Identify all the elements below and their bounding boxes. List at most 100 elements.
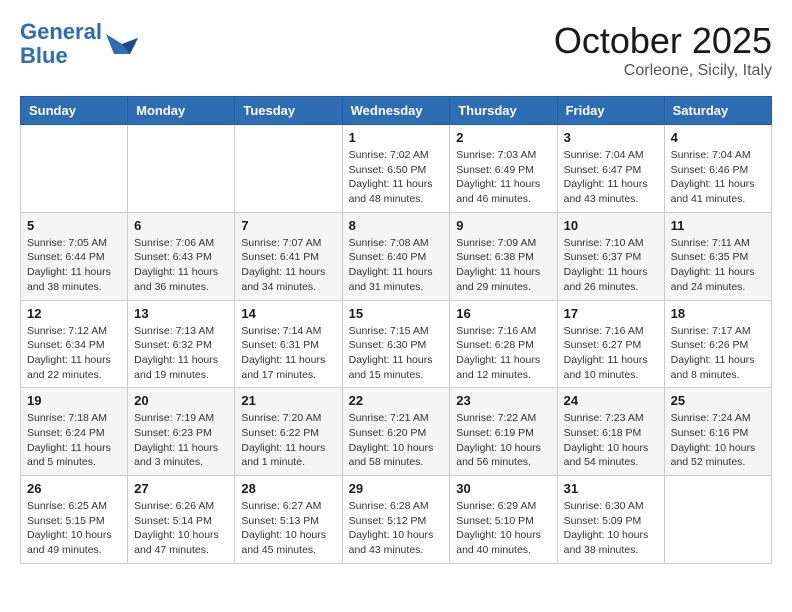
day-number: 3 [564, 130, 658, 145]
day-number: 13 [134, 306, 228, 321]
calendar-cell: 6 Sunrise: 7:06 AMSunset: 6:43 PMDaylight… [128, 212, 235, 300]
day-info: Sunrise: 7:05 AMSunset: 6:44 PMDaylight:… [27, 236, 121, 295]
calendar-week-1: 1 Sunrise: 7:02 AMSunset: 6:50 PMDaylight… [21, 125, 772, 213]
day-info: Sunrise: 7:23 AMSunset: 6:18 PMDaylight:… [564, 411, 658, 470]
calendar-cell: 2 Sunrise: 7:03 AMSunset: 6:49 PMDaylight… [450, 125, 557, 213]
day-number: 7 [241, 218, 335, 233]
day-number: 21 [241, 393, 335, 408]
calendar-cell: 13 Sunrise: 7:13 AMSunset: 6:32 PMDayligh… [128, 300, 235, 388]
weekday-header-monday: Monday [128, 97, 235, 125]
day-number: 11 [671, 218, 765, 233]
day-number: 24 [564, 393, 658, 408]
day-number: 18 [671, 306, 765, 321]
calendar-cell: 28 Sunrise: 6:27 AMSunset: 5:13 PMDayligh… [235, 476, 342, 564]
calendar-cell: 15Sunrise: 7:15 AMSunset: 6:30 PMDayligh… [342, 300, 450, 388]
logo-icon [106, 30, 138, 58]
day-info: Sunrise: 7:07 AMSunset: 6:41 PMDaylight:… [241, 236, 335, 295]
day-info: Sunrise: 7:24 AMSunset: 6:16 PMDaylight:… [671, 411, 765, 470]
day-info: Sunrise: 7:02 AMSunset: 6:50 PMDaylight:… [349, 148, 444, 207]
day-number: 22 [349, 393, 444, 408]
day-info: Sunrise: 7:13 AMSunset: 6:32 PMDaylight:… [134, 324, 228, 383]
calendar-cell: 27 Sunrise: 6:26 AMSunset: 5:14 PMDayligh… [128, 476, 235, 564]
day-number: 14 [241, 306, 335, 321]
page-header: General Blue October 2025 Corleone, Sici… [20, 20, 772, 80]
day-number: 2 [456, 130, 550, 145]
day-number: 8 [349, 218, 444, 233]
calendar-cell: 31Sunrise: 6:30 AMSunset: 5:09 PMDayligh… [557, 476, 664, 564]
calendar-cell: 16 Sunrise: 7:16 AMSunset: 6:28 PMDayligh… [450, 300, 557, 388]
month-title: October 2025 [554, 20, 772, 62]
weekday-header-saturday: Saturday [664, 97, 771, 125]
calendar-week-4: 19 Sunrise: 7:18 AMSunset: 6:24 PMDayligh… [21, 388, 772, 476]
calendar-cell: 20Sunrise: 7:19 AMSunset: 6:23 PMDayligh… [128, 388, 235, 476]
day-info: Sunrise: 7:21 AMSunset: 6:20 PMDaylight:… [349, 411, 444, 470]
day-number: 5 [27, 218, 121, 233]
day-number: 30 [456, 481, 550, 496]
weekday-header-tuesday: Tuesday [235, 97, 342, 125]
calendar-cell: 10Sunrise: 7:10 AMSunset: 6:37 PMDayligh… [557, 212, 664, 300]
logo-text: General Blue [20, 20, 102, 68]
day-number: 9 [456, 218, 550, 233]
calendar-cell: 18 Sunrise: 7:17 AMSunset: 6:26 PMDayligh… [664, 300, 771, 388]
logo: General Blue [20, 20, 138, 68]
calendar-cell: 14 Sunrise: 7:14 AMSunset: 6:31 PMDayligh… [235, 300, 342, 388]
day-info: Sunrise: 7:04 AMSunset: 6:46 PMDaylight:… [671, 148, 765, 207]
calendar-cell: 3 Sunrise: 7:04 AMSunset: 6:47 PMDaylight… [557, 125, 664, 213]
day-info: Sunrise: 6:25 AMSunset: 5:15 PMDaylight:… [27, 499, 121, 558]
day-info: Sunrise: 7:14 AMSunset: 6:31 PMDaylight:… [241, 324, 335, 383]
calendar-cell: 9 Sunrise: 7:09 AMSunset: 6:38 PMDaylight… [450, 212, 557, 300]
day-info: Sunrise: 7:04 AMSunset: 6:47 PMDaylight:… [564, 148, 658, 207]
weekday-header-thursday: Thursday [450, 97, 557, 125]
weekday-header-wednesday: Wednesday [342, 97, 450, 125]
weekday-header-sunday: Sunday [21, 97, 128, 125]
day-number: 1 [349, 130, 444, 145]
calendar-cell: 30 Sunrise: 6:29 AMSunset: 5:10 PMDayligh… [450, 476, 557, 564]
day-info: Sunrise: 7:03 AMSunset: 6:49 PMDaylight:… [456, 148, 550, 207]
day-number: 29 [349, 481, 444, 496]
day-info: Sunrise: 7:22 AMSunset: 6:19 PMDaylight:… [456, 411, 550, 470]
calendar-cell: 24 Sunrise: 7:23 AMSunset: 6:18 PMDayligh… [557, 388, 664, 476]
location-title: Corleone, Sicily, Italy [554, 62, 772, 80]
calendar-cell: 1 Sunrise: 7:02 AMSunset: 6:50 PMDaylight… [342, 125, 450, 213]
day-number: 17 [564, 306, 658, 321]
calendar-cell [235, 125, 342, 213]
day-info: Sunrise: 7:11 AMSunset: 6:35 PMDaylight:… [671, 236, 765, 295]
calendar-cell: 21 Sunrise: 7:20 AMSunset: 6:22 PMDayligh… [235, 388, 342, 476]
day-number: 27 [134, 481, 228, 496]
day-number: 10 [564, 218, 658, 233]
calendar-table: SundayMondayTuesdayWednesdayThursdayFrid… [20, 96, 772, 564]
day-number: 16 [456, 306, 550, 321]
day-info: Sunrise: 7:16 AMSunset: 6:27 PMDaylight:… [564, 324, 658, 383]
day-info: Sunrise: 6:26 AMSunset: 5:14 PMDaylight:… [134, 499, 228, 558]
day-number: 19 [27, 393, 121, 408]
calendar-cell: 26 Sunrise: 6:25 AMSunset: 5:15 PMDayligh… [21, 476, 128, 564]
day-info: Sunrise: 7:09 AMSunset: 6:38 PMDaylight:… [456, 236, 550, 295]
day-info: Sunrise: 6:29 AMSunset: 5:10 PMDaylight:… [456, 499, 550, 558]
day-info: Sunrise: 7:06 AMSunset: 6:43 PMDaylight:… [134, 236, 228, 295]
calendar-cell: 5 Sunrise: 7:05 AMSunset: 6:44 PMDaylight… [21, 212, 128, 300]
weekday-header-friday: Friday [557, 97, 664, 125]
weekday-header-row: SundayMondayTuesdayWednesdayThursdayFrid… [21, 97, 772, 125]
calendar-cell: 7 Sunrise: 7:07 AMSunset: 6:41 PMDaylight… [235, 212, 342, 300]
day-info: Sunrise: 7:08 AMSunset: 6:40 PMDaylight:… [349, 236, 444, 295]
day-info: Sunrise: 7:17 AMSunset: 6:26 PMDaylight:… [671, 324, 765, 383]
calendar-cell: 29 Sunrise: 6:28 AMSunset: 5:12 PMDayligh… [342, 476, 450, 564]
day-number: 28 [241, 481, 335, 496]
day-info: Sunrise: 7:16 AMSunset: 6:28 PMDaylight:… [456, 324, 550, 383]
calendar-cell: 4Sunrise: 7:04 AMSunset: 6:46 PMDaylight… [664, 125, 771, 213]
day-info: Sunrise: 7:19 AMSunset: 6:23 PMDaylight:… [134, 411, 228, 470]
day-number: 6 [134, 218, 228, 233]
calendar-cell: 12Sunrise: 7:12 AMSunset: 6:34 PMDayligh… [21, 300, 128, 388]
day-info: Sunrise: 7:18 AMSunset: 6:24 PMDaylight:… [27, 411, 121, 470]
calendar-cell: 17 Sunrise: 7:16 AMSunset: 6:27 PMDayligh… [557, 300, 664, 388]
day-number: 25 [671, 393, 765, 408]
day-number: 12 [27, 306, 121, 321]
day-info: Sunrise: 6:28 AMSunset: 5:12 PMDaylight:… [349, 499, 444, 558]
day-number: 15 [349, 306, 444, 321]
day-info: Sunrise: 7:20 AMSunset: 6:22 PMDaylight:… [241, 411, 335, 470]
calendar-cell: 22 Sunrise: 7:21 AMSunset: 6:20 PMDayligh… [342, 388, 450, 476]
day-number: 26 [27, 481, 121, 496]
calendar-week-5: 26 Sunrise: 6:25 AMSunset: 5:15 PMDayligh… [21, 476, 772, 564]
day-info: Sunrise: 6:27 AMSunset: 5:13 PMDaylight:… [241, 499, 335, 558]
calendar-cell [21, 125, 128, 213]
